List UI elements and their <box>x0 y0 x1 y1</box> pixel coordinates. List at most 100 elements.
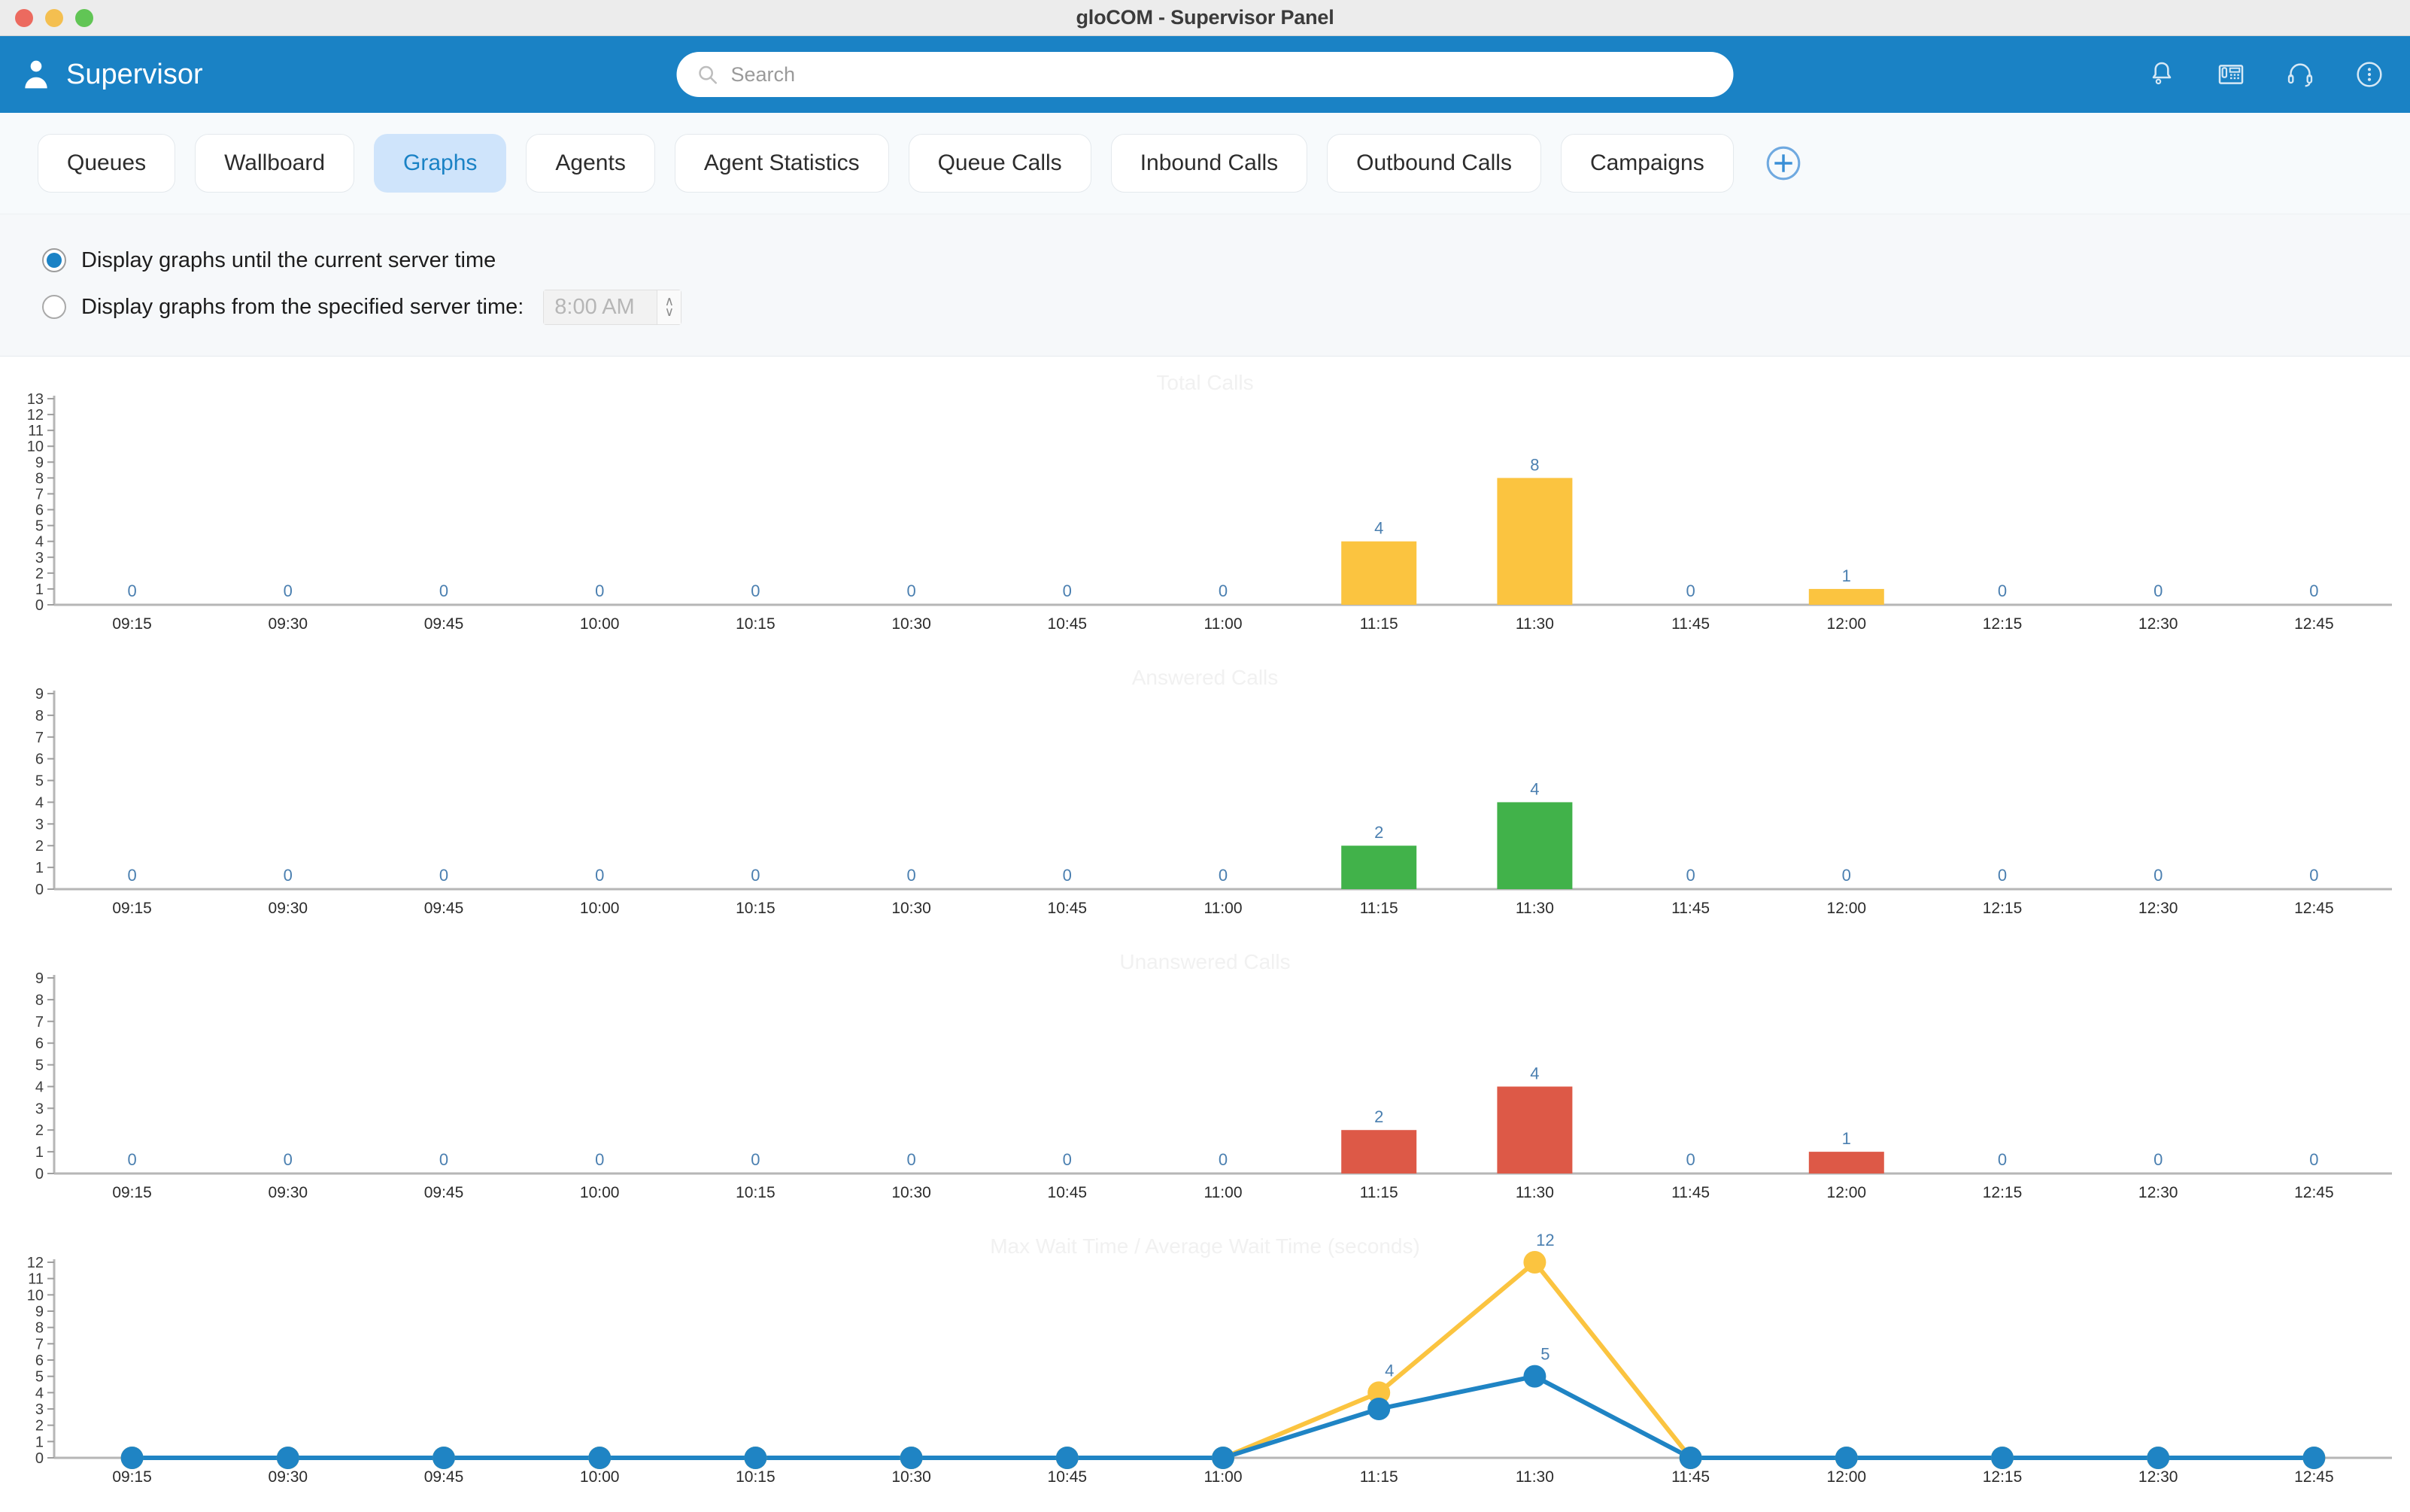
svg-text:12:30: 12:30 <box>2138 900 2178 917</box>
svg-text:0: 0 <box>35 1450 44 1467</box>
svg-text:0: 0 <box>35 882 44 898</box>
option-row-current-time: Display graphs until the current server … <box>42 237 2410 284</box>
svg-text:09:30: 09:30 <box>269 615 308 633</box>
svg-text:0: 0 <box>1219 866 1228 885</box>
svg-text:2: 2 <box>35 1418 44 1435</box>
svg-text:0: 0 <box>1998 1150 2007 1169</box>
plus-circle-icon[interactable] <box>1764 144 1803 183</box>
svg-text:0: 0 <box>1686 866 1695 885</box>
svg-text:0: 0 <box>127 581 136 600</box>
svg-text:12:45: 12:45 <box>2294 615 2334 633</box>
svg-text:10: 10 <box>27 439 44 455</box>
svg-text:1: 1 <box>35 860 44 876</box>
svg-text:3: 3 <box>35 550 44 566</box>
svg-text:7: 7 <box>35 1014 44 1031</box>
svg-text:6: 6 <box>35 502 44 519</box>
tab-campaigns[interactable]: Campaigns <box>1560 134 1734 193</box>
svg-text:5: 5 <box>1540 1345 1550 1364</box>
svg-text:6: 6 <box>35 1036 44 1052</box>
svg-text:11: 11 <box>28 1271 44 1288</box>
headset-icon[interactable] <box>2285 59 2315 90</box>
svg-text:11:15: 11:15 <box>1360 900 1398 917</box>
desk-phone-icon[interactable] <box>2216 59 2246 90</box>
svg-text:2: 2 <box>35 1122 44 1139</box>
svg-text:12:15: 12:15 <box>1983 1468 2023 1486</box>
svg-text:8: 8 <box>35 1320 44 1337</box>
svg-text:0: 0 <box>284 581 293 600</box>
svg-text:1: 1 <box>1842 566 1851 585</box>
spinner-down-icon[interactable]: ∨ <box>665 305 674 318</box>
svg-text:12:00: 12:00 <box>1827 900 1867 917</box>
svg-text:Answered Calls: Answered Calls <box>1132 666 1279 689</box>
tab-agents[interactable]: Agents <box>526 134 655 193</box>
svg-text:8: 8 <box>1530 455 1539 474</box>
server-time-stepper[interactable]: 8:00 AM ∧ ∨ <box>543 289 682 325</box>
search-icon <box>699 65 717 84</box>
svg-text:10:00: 10:00 <box>580 1468 620 1486</box>
tab-queue-calls[interactable]: Queue Calls <box>908 134 1091 193</box>
svg-text:0: 0 <box>1686 581 1695 600</box>
svg-text:8: 8 <box>35 708 44 724</box>
search-bar[interactable] <box>676 52 1734 97</box>
svg-text:09:15: 09:15 <box>112 615 152 633</box>
svg-text:4: 4 <box>1530 1064 1539 1082</box>
svg-text:09:45: 09:45 <box>424 615 464 633</box>
svg-text:0: 0 <box>1842 866 1851 885</box>
svg-text:Total Calls: Total Calls <box>1156 371 1253 394</box>
tab-wallboard[interactable]: Wallboard <box>195 134 355 193</box>
svg-text:0: 0 <box>2309 1150 2318 1169</box>
svg-text:6: 6 <box>35 1353 44 1369</box>
svg-text:11:45: 11:45 <box>1671 900 1710 917</box>
svg-text:12:00: 12:00 <box>1827 1468 1867 1486</box>
brand-label: Supervisor <box>66 58 203 90</box>
svg-text:1: 1 <box>1842 1129 1851 1148</box>
svg-text:9: 9 <box>35 454 44 471</box>
svg-text:13: 13 <box>27 391 44 408</box>
svg-text:10:45: 10:45 <box>1048 1468 1088 1486</box>
svg-text:0: 0 <box>284 1150 293 1169</box>
svg-text:10:30: 10:30 <box>891 1184 931 1201</box>
tab-inbound-calls[interactable]: Inbound Calls <box>1110 134 1308 193</box>
svg-text:0: 0 <box>751 581 760 600</box>
svg-text:10:15: 10:15 <box>736 615 776 633</box>
svg-text:4: 4 <box>35 534 44 551</box>
svg-text:09:15: 09:15 <box>112 1468 152 1486</box>
more-vertical-icon[interactable] <box>2354 59 2384 90</box>
svg-text:2: 2 <box>1374 1107 1383 1126</box>
svg-text:0: 0 <box>439 1150 448 1169</box>
tab-outbound-calls[interactable]: Outbound Calls <box>1327 134 1541 193</box>
svg-text:11:15: 11:15 <box>1360 1184 1398 1201</box>
server-time-spinner[interactable]: ∧ ∨ <box>657 290 681 324</box>
svg-text:0: 0 <box>2309 866 2318 885</box>
svg-text:11: 11 <box>28 423 44 439</box>
svg-text:10:30: 10:30 <box>891 1468 931 1486</box>
svg-text:0: 0 <box>595 1150 604 1169</box>
svg-text:0: 0 <box>906 1150 915 1169</box>
svg-text:0: 0 <box>2309 581 2318 600</box>
tab-bar: Queues Wallboard Graphs Agents Agent Sta… <box>0 113 2410 214</box>
tab-queues[interactable]: Queues <box>38 134 176 193</box>
user-icon <box>25 60 47 89</box>
search-input[interactable] <box>730 62 1714 87</box>
svg-text:8: 8 <box>35 470 44 487</box>
radio-specified-server-time[interactable] <box>42 295 66 319</box>
svg-text:09:45: 09:45 <box>424 900 464 917</box>
svg-text:12:45: 12:45 <box>2294 1184 2334 1201</box>
svg-text:0: 0 <box>439 866 448 885</box>
svg-text:11:00: 11:00 <box>1204 1468 1243 1486</box>
svg-text:3: 3 <box>35 1401 44 1418</box>
svg-text:0: 0 <box>1998 866 2007 885</box>
svg-text:10:45: 10:45 <box>1048 1184 1088 1201</box>
server-time-value[interactable]: 8:00 AM <box>544 290 657 324</box>
tab-agent-statistics[interactable]: Agent Statistics <box>674 134 889 193</box>
svg-text:0: 0 <box>2154 866 2163 885</box>
radio-current-server-time[interactable] <box>42 248 66 272</box>
svg-text:0: 0 <box>127 866 136 885</box>
svg-text:0: 0 <box>595 866 604 885</box>
svg-text:11:15: 11:15 <box>1360 615 1398 633</box>
bell-icon[interactable] <box>2147 59 2177 90</box>
svg-text:10:00: 10:00 <box>580 615 620 633</box>
svg-text:4: 4 <box>35 1079 44 1095</box>
tab-graphs[interactable]: Graphs <box>374 134 507 193</box>
svg-text:0: 0 <box>284 866 293 885</box>
